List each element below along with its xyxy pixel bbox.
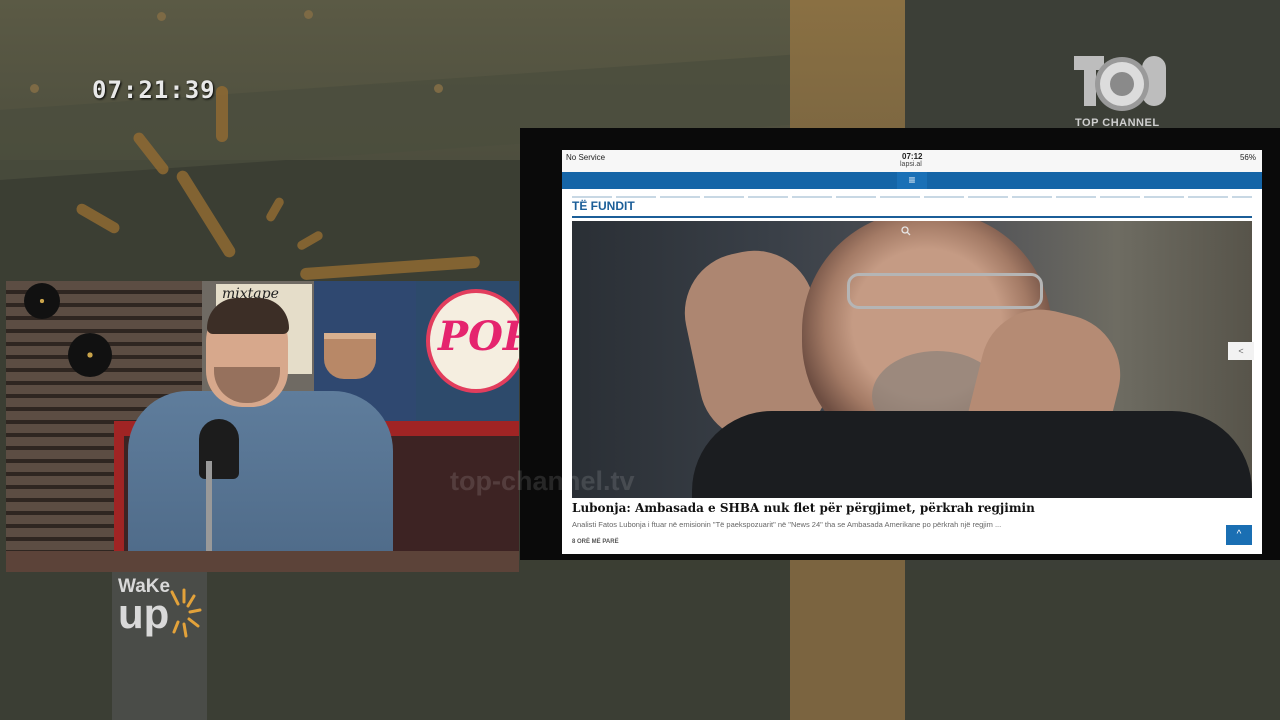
status-time: 07:12 (902, 152, 923, 161)
article-photo[interactable] (572, 221, 1252, 498)
show-logo-up: up (118, 590, 170, 637)
menu-icon[interactable]: ≡ (897, 172, 927, 189)
host-shirt (128, 391, 393, 572)
background-dot (30, 84, 39, 93)
phone-screen: No Service 07:12 lapsi.al 56% ≡ TË FUNDI… (562, 150, 1262, 554)
broadcast-clock: 07:21:39 (92, 76, 216, 104)
background-dot (304, 10, 313, 19)
vinyl-record (24, 283, 60, 319)
sun-ray-decoration (74, 201, 122, 236)
section-divider (572, 216, 1252, 218)
category-links-strip[interactable] (572, 196, 1252, 198)
vinyl-record (68, 333, 112, 377)
share-icon[interactable]: < (1228, 342, 1254, 360)
sun-rays-icon (170, 588, 202, 638)
host-hair (207, 298, 289, 334)
coffee-cup-illustration (324, 333, 376, 379)
sun-ray-decoration (174, 168, 238, 260)
background-dot (157, 12, 166, 21)
studio-desk (6, 551, 519, 572)
sun-ray-decoration (264, 195, 286, 224)
background-bottom-orange (790, 560, 905, 720)
section-title[interactable]: TË FUNDIT (572, 199, 635, 213)
photo-jacket (692, 411, 1252, 498)
address-bar-url[interactable]: lapsi.al (900, 161, 922, 168)
back-to-top-button[interactable]: ^ (1226, 525, 1252, 545)
article-excerpt: Analisti Fatos Lubonja i ftuar në emisio… (572, 520, 1002, 529)
sun-ray-decoration (295, 229, 325, 252)
channel-watermark: top-channel.tv (450, 466, 635, 496)
battery-level: 56% (1239, 153, 1256, 162)
sun-ray-decoration (216, 86, 228, 142)
microphone-icon (199, 419, 239, 479)
article-headline[interactable]: Lubonja: Ambasada e SHBA nuk flet për pë… (572, 501, 1035, 515)
search-icon[interactable] (901, 226, 913, 238)
studio-camera-feed: mixtape POP (6, 281, 519, 572)
photo-glasses (847, 273, 1043, 309)
pop-poster-text: POP (438, 313, 519, 360)
carrier-label: No Service (566, 153, 606, 162)
background-dot (434, 84, 443, 93)
article-time-ago: 8 ORË MË PARË (572, 539, 619, 545)
ios-status-bar: No Service 07:12 lapsi.al 56% (562, 150, 1262, 172)
pop-burst: POP (426, 289, 519, 393)
sun-ray-decoration (299, 255, 481, 281)
